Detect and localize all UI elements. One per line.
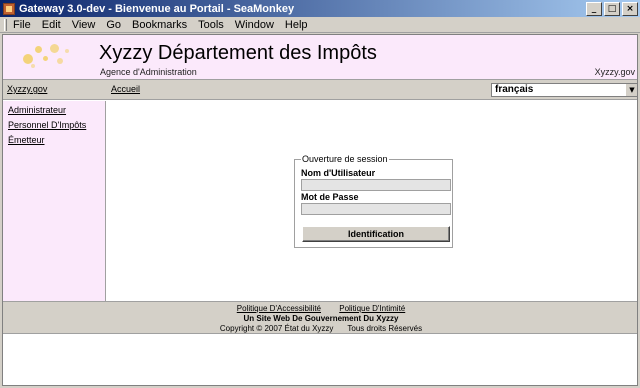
login-fieldset: Ouverture de session Nom d'Utilisateur M…	[294, 154, 453, 248]
copyright-text: Copyright © 2007 État du Xyzzy	[219, 324, 334, 333]
site-banner: Xyzzy Département des Impôts Agence d'Ad…	[3, 35, 637, 79]
maximize-button[interactable]: □	[604, 1, 620, 16]
footer-tagline: Un Site Web De Gouvernement Du Xyzzy	[243, 314, 399, 323]
window-title: Gateway 3.0-dev - Bienvenue au Portail -…	[19, 2, 295, 15]
seamonkey-app-icon[interactable]	[3, 2, 15, 15]
menu-window[interactable]: Window	[235, 19, 274, 31]
menu-go[interactable]: Go	[106, 19, 121, 31]
menu-view[interactable]: View	[72, 19, 96, 31]
menu-help[interactable]: Help	[285, 19, 308, 31]
main-content: Ouverture de session Nom d'Utilisateur M…	[107, 101, 637, 301]
sidebar-item-emetteur[interactable]: Émetteur	[8, 135, 105, 145]
sidebar: Administrateur Personnel D'Impôts Émette…	[3, 101, 106, 301]
language-select[interactable]: français ▼	[491, 83, 637, 97]
rights-text: Tous droits Réservés	[347, 324, 423, 333]
browser-window: Gateway 3.0-dev - Bienvenue au Portail -…	[0, 0, 640, 388]
page-viewport: Xyzzy Département des Impôts Agence d'Ad…	[2, 34, 638, 386]
site-domain: Xyzzy.gov	[594, 67, 635, 77]
minimize-button[interactable]: _	[586, 1, 602, 16]
menu-file[interactable]: File	[13, 19, 31, 31]
accessibility-policy-link[interactable]: Politique D'Accessibilité	[237, 304, 321, 313]
login-button[interactable]: Identification	[302, 226, 450, 242]
site-subtitle: Agence d'Administration	[100, 67, 197, 77]
close-button[interactable]: ×	[622, 1, 638, 16]
sidebar-item-administrateur[interactable]: Administrateur	[8, 105, 105, 115]
password-label: Mot de Passe	[301, 192, 359, 202]
username-label: Nom d'Utilisateur	[301, 168, 376, 178]
password-input[interactable]	[301, 203, 451, 215]
domain-link[interactable]: Xyzzy.gov	[7, 84, 47, 94]
site-footer: Politique D'Accessibilité Politique D'In…	[3, 301, 637, 333]
site-title: Xyzzy Département des Impôts	[99, 42, 377, 64]
nav-bar: Xyzzy.gov Accueil français ▼	[3, 79, 637, 100]
dropdown-arrow-icon[interactable]: ▼	[626, 84, 637, 96]
menu-edit[interactable]: Edit	[42, 19, 61, 31]
login-legend: Ouverture de session	[301, 154, 389, 164]
menu-bar: File Edit View Go Bookmarks Tools Window…	[0, 17, 640, 33]
footer-divider	[3, 333, 637, 334]
toolbar-grip[interactable]	[4, 18, 7, 31]
privacy-policy-link[interactable]: Politique D'Intimité	[339, 304, 405, 313]
title-bar[interactable]: Gateway 3.0-dev - Bienvenue au Portail -…	[0, 0, 640, 17]
sidebar-item-personnel[interactable]: Personnel D'Impôts	[8, 120, 105, 130]
menu-tools[interactable]: Tools	[198, 19, 224, 31]
language-selected: français	[495, 84, 534, 95]
menu-bookmarks[interactable]: Bookmarks	[132, 19, 187, 31]
username-input[interactable]	[301, 179, 451, 191]
home-link[interactable]: Accueil	[111, 84, 140, 94]
sun-logo-icon	[17, 40, 77, 74]
